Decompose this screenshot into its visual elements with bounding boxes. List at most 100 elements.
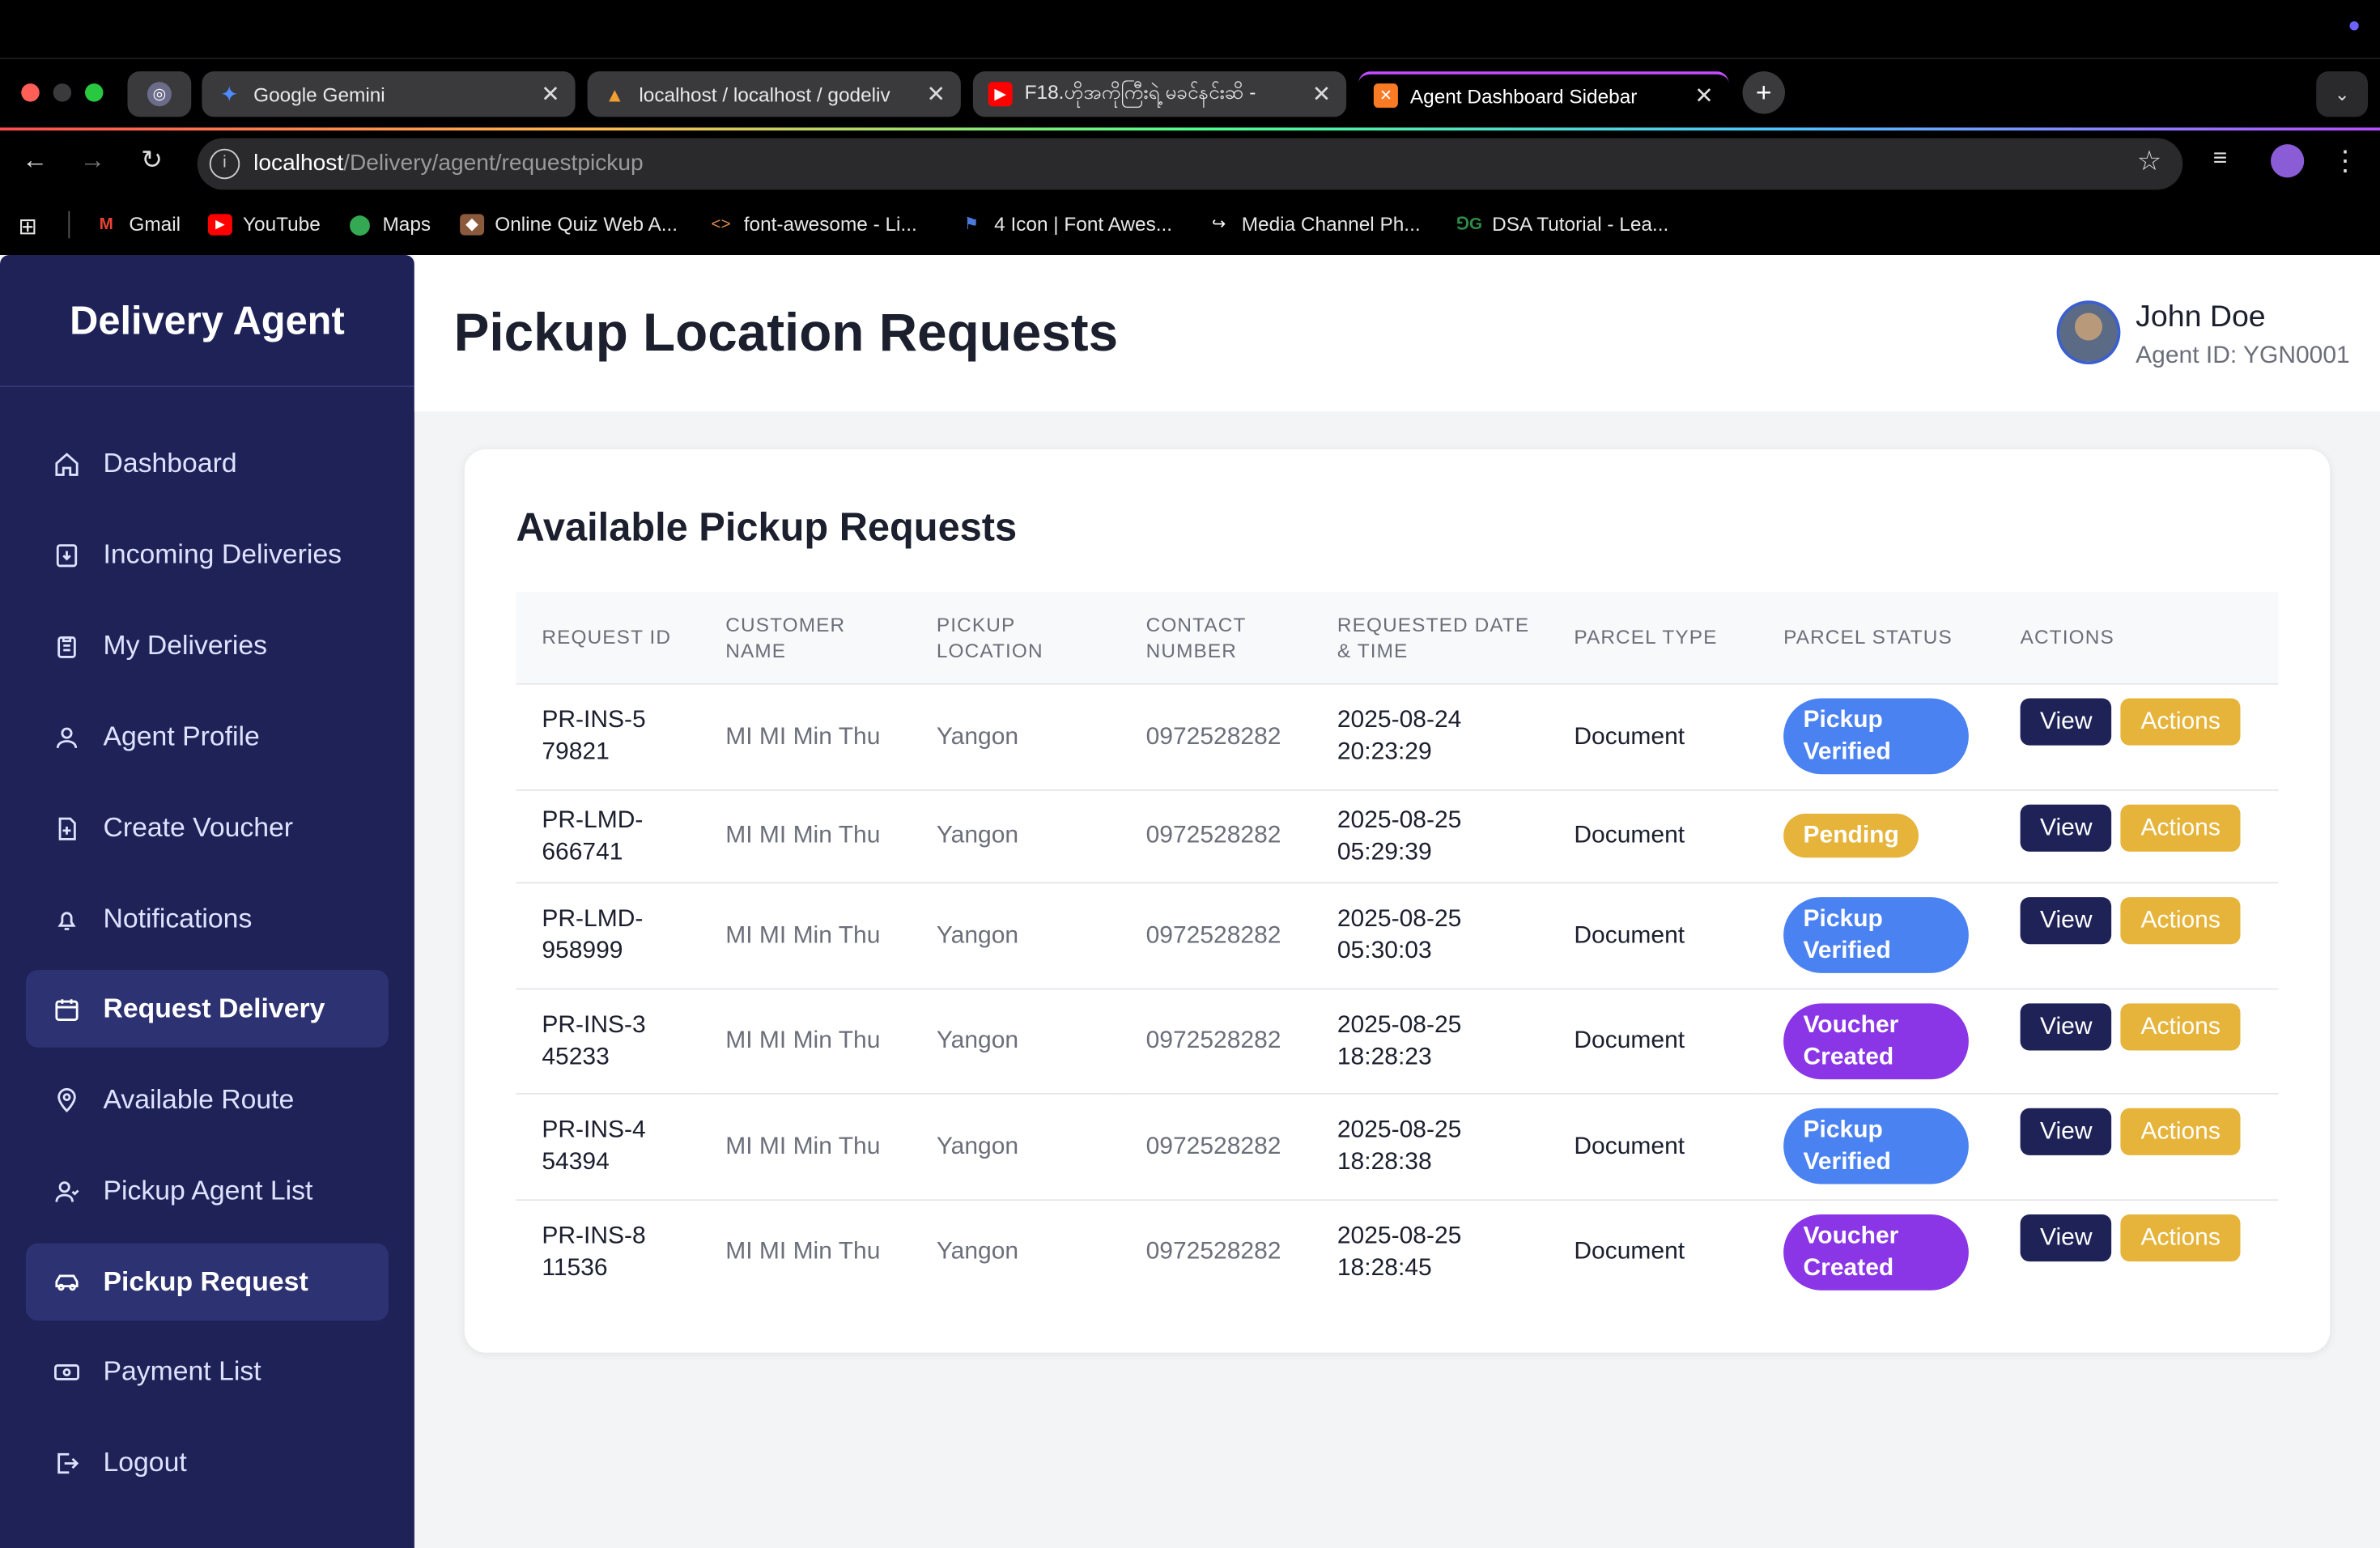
cell-contact-number: 0972528282 [1120,789,1311,882]
cell-request-id: PR-LMD-666741 [516,789,700,882]
maximize-window-button[interactable] [85,83,104,102]
view-button[interactable]: View [2020,896,2112,944]
sidebar-item-payment-list[interactable]: Payment List [26,1333,389,1410]
sidebar-item-agent-profile[interactable]: Agent Profile [26,699,389,776]
status-dot-icon [2349,21,2359,31]
minimize-window-button[interactable] [53,83,72,102]
bookmark-quiz[interactable]: ◆ Online Quiz Web A... [460,213,678,236]
sidebar-item-dashboard[interactable]: Dashboard [26,425,389,503]
sidebar-item-notifications[interactable]: Notifications [26,881,389,959]
more-menu-icon[interactable]: ⋮ [2331,146,2359,177]
view-button[interactable]: View [2020,1214,2112,1261]
cell-request-id: PR-INS-345233 [516,987,700,1093]
col-requested-datetime: REQUESTED DATE & TIME [1337,613,1530,662]
flag-icon: ⚑ [963,215,980,234]
status-badge: Voucher Created [1783,1002,1969,1079]
view-button[interactable]: View [2020,1002,2112,1050]
bookmark-font-awesome[interactable]: <> font-awesome - Li... [709,213,917,236]
sidebar-item-request-delivery[interactable]: Request Delivery [25,970,389,1048]
sidebar-item-pickup-request[interactable]: Pickup Request [25,1243,389,1321]
cell-pickup-location: Yangon [911,1198,1120,1304]
view-button[interactable]: View [2020,697,2112,745]
user-icon [52,722,83,753]
sidebar-item-available-route[interactable]: Available Route [26,1061,389,1139]
bookmark-label: Maps [382,212,431,236]
sidebar-item-label: Available Route [103,1083,295,1115]
close-tab-icon[interactable]: ✕ [541,80,560,108]
sidebar-item-label: Request Delivery [103,993,325,1023]
bookmark-maps[interactable]: ⬤ Maps [347,212,431,236]
status-badge: Voucher Created [1783,1214,1969,1291]
cell-customer-name: MI MI Min Thu [699,682,911,789]
actions-button[interactable]: Actions [2121,803,2241,851]
sidebar-item-label: Pickup Request [103,1265,308,1297]
actions-button[interactable]: Actions [2121,1002,2241,1050]
browser-profile-avatar[interactable] [2271,144,2305,178]
close-tab-icon[interactable]: ✕ [927,80,946,108]
apps-grid-icon[interactable]: ⊞ [19,213,38,240]
new-tab-button[interactable]: + [1742,71,1785,114]
cell-actions: View Actions [1994,1092,2279,1200]
sidebar-item-label: Notifications [103,903,253,934]
back-icon[interactable]: ← [17,146,53,176]
pinned-tab[interactable]: ◎ [127,71,192,117]
bookmark-dsa-tutorial[interactable]: ⅁G DSA Tutorial - Lea... [1456,213,1668,236]
actions-button[interactable]: Actions [2121,1214,2241,1261]
bookmark-gmail[interactable]: M Gmail [94,213,181,236]
cell-parcel-status: Pending [1757,789,1995,882]
media-icon: ↪ [1211,215,1226,234]
avatar[interactable] [2056,300,2121,364]
cell-pickup-location: Yangon [911,789,1120,882]
cell-requested-datetime: 2025-08-25 18:28:45 [1311,1198,1549,1304]
close-window-button[interactable] [21,83,40,102]
cell-customer-name: MI MI Min Thu [699,789,911,882]
cell-parcel-type: Document [1548,682,1758,789]
media-control-icon[interactable]: ≡ [2213,146,2228,173]
tab-localhost-phpmyadmin[interactable]: ▲ localhost / localhost / godeliv ✕ [587,71,961,117]
cell-pickup-location: Yangon [911,682,1120,789]
agent-id: Agent ID: YGN0001 [2136,342,2350,369]
bookmark-star-icon[interactable]: ☆ [2137,146,2161,177]
actions-button[interactable]: Actions [2121,896,2241,944]
file-plus-icon [52,813,83,844]
browser-toolbar: ← → ↻ i localhost/Delivery/agent/request… [0,127,2380,194]
cell-actions: View Actions [1994,881,2279,989]
sidebar-item-incoming-deliveries[interactable]: Incoming Deliveries [26,517,389,594]
status-badge: Pickup Verified [1783,1108,1969,1184]
sidebar-divider [0,385,414,388]
actions-button[interactable]: Actions [2121,1107,2241,1155]
tab-agent-dashboard[interactable]: ✕ Agent Dashboard Sidebar ✕ [1358,71,1729,117]
sidebar-item-my-deliveries[interactable]: My Deliveries [26,607,389,685]
col-request-id: REQUEST ID [542,625,672,649]
cell-actions: View Actions [1994,682,2279,789]
tab-search-button[interactable]: ⌄ [2316,71,2368,117]
view-button[interactable]: View [2020,803,2112,851]
site-info-icon[interactable]: i [209,148,240,180]
bookmark-label: Gmail [129,212,181,236]
sidebar-item-create-voucher[interactable]: Create Voucher [26,789,389,867]
view-button[interactable]: View [2020,1107,2112,1155]
cell-contact-number: 0972528282 [1120,881,1311,989]
forward-icon[interactable]: → [74,146,111,176]
bell-icon [52,904,83,935]
actions-button[interactable]: Actions [2121,697,2241,745]
cell-parcel-status: Pickup Verified [1757,682,1995,789]
bookmark-youtube[interactable]: ▶ YouTube [207,213,321,236]
cell-pickup-location: Yangon [911,881,1120,989]
reload-icon[interactable]: ↻ [134,146,170,176]
sidebar-item-pickup-agent-list[interactable]: Pickup Agent List [26,1152,389,1230]
sidebar-item-logout[interactable]: Logout [26,1424,389,1502]
tab-title: Agent Dashboard Sidebar [1409,84,1638,108]
tab-google-gemini[interactable]: ✦ Google Gemini ✕ [202,71,576,117]
cell-parcel-status: Pickup Verified [1757,881,1995,989]
bookmark-media-channel[interactable]: ↪ Media Channel Ph... [1207,213,1421,236]
cash-icon [52,1356,83,1387]
close-tab-icon[interactable]: ✕ [1312,80,1332,108]
col-pickup-location: PICKUP LOCATION [936,613,1043,662]
tab-youtube-video[interactable]: ▶ F18.ဟိုအကိုကြီးရဲ့ မခင်နင်းဆိ - ✕ [972,71,1347,117]
bookmark-font-awesome-icon[interactable]: ⚑ 4 Icon | Font Awes... [959,213,1172,236]
close-tab-icon[interactable]: ✕ [1694,82,1714,109]
url-text[interactable]: localhost/Delivery/agent/requestpickup [253,151,644,176]
cell-customer-name: MI MI Min Thu [699,1198,911,1304]
address-bar[interactable]: i localhost/Delivery/agent/requestpickup… [197,138,2183,190]
